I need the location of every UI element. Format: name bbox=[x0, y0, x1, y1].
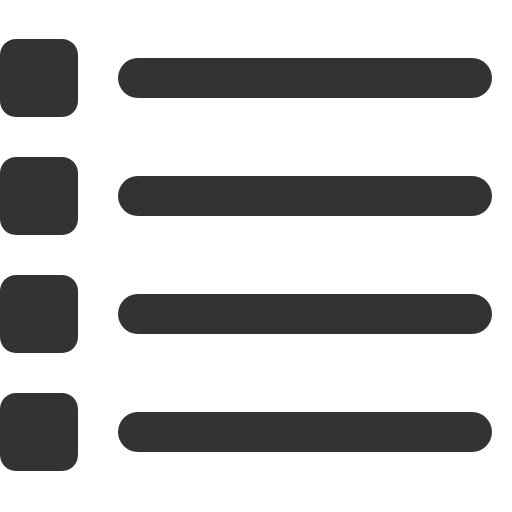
list-bullet bbox=[0, 39, 78, 117]
list-line bbox=[118, 176, 492, 216]
list-line bbox=[118, 294, 492, 334]
list-bullet bbox=[0, 157, 78, 235]
list-line bbox=[118, 58, 492, 98]
list-icon-graphic bbox=[0, 39, 492, 471]
list-icon bbox=[0, 0, 512, 512]
list-bullet bbox=[0, 393, 78, 471]
list-bullet bbox=[0, 275, 78, 353]
list-line bbox=[118, 412, 492, 452]
